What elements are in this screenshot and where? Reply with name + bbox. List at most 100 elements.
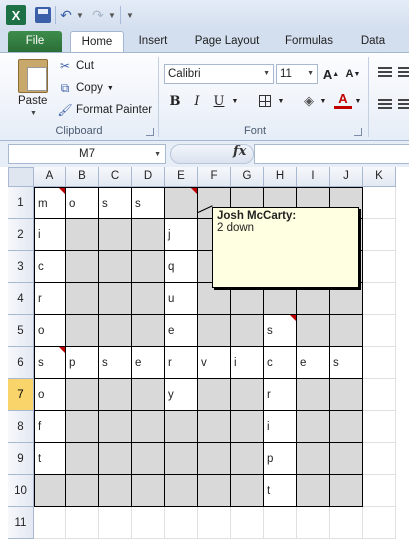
- fill-color-button[interactable]: ◈: [300, 91, 318, 111]
- column-header-f[interactable]: F: [198, 167, 231, 187]
- column-header-c[interactable]: C: [99, 167, 132, 187]
- cell-c1[interactable]: s: [99, 187, 132, 219]
- clipboard-launcher-icon[interactable]: [146, 128, 154, 136]
- tab-page-layout[interactable]: Page Layout: [186, 31, 268, 52]
- row-header-8[interactable]: 8: [8, 411, 34, 443]
- insert-function-icon[interactable]: fx: [233, 144, 246, 159]
- excel-logo-icon[interactable]: X: [6, 5, 26, 25]
- cell-g5[interactable]: [231, 315, 264, 347]
- cell-e5[interactable]: e: [165, 315, 198, 347]
- cell-e1[interactable]: [165, 187, 198, 219]
- cell-comment[interactable]: Josh McCarty: 2 down: [212, 207, 359, 288]
- column-header-d[interactable]: D: [132, 167, 165, 187]
- cell-d5[interactable]: [132, 315, 165, 347]
- cell-i8[interactable]: [297, 411, 330, 443]
- paste-icon[interactable]: [18, 59, 48, 93]
- cell-b3[interactable]: [66, 251, 99, 283]
- cell-h10[interactable]: t: [264, 475, 297, 507]
- cut-button[interactable]: ✂ Cut: [58, 57, 94, 75]
- cell-g6[interactable]: i: [231, 347, 264, 379]
- cell-c7[interactable]: [99, 379, 132, 411]
- row-header-7[interactable]: 7: [8, 379, 34, 411]
- cell-j6[interactable]: s: [330, 347, 363, 379]
- cell-f7[interactable]: [198, 379, 231, 411]
- font-color-button[interactable]: A: [334, 91, 352, 109]
- cell-e3[interactable]: q: [165, 251, 198, 283]
- cell-h7[interactable]: r: [264, 379, 297, 411]
- cell-c3[interactable]: [99, 251, 132, 283]
- cell-d10[interactable]: [132, 475, 165, 507]
- tab-formulas[interactable]: Formulas: [276, 31, 342, 52]
- cell-e9[interactable]: [165, 443, 198, 475]
- tab-file[interactable]: File: [8, 31, 62, 52]
- cell-f6[interactable]: v: [198, 347, 231, 379]
- cell-b2[interactable]: [66, 219, 99, 251]
- font-name-dropdown[interactable]: Calibri ▼: [164, 64, 274, 84]
- cell-h9[interactable]: p: [264, 443, 297, 475]
- cell-g9[interactable]: [231, 443, 264, 475]
- cell-i7[interactable]: [297, 379, 330, 411]
- cell-a6[interactable]: s: [34, 347, 66, 379]
- save-icon[interactable]: [35, 7, 51, 23]
- cell-a3[interactable]: c: [34, 251, 66, 283]
- cell-k3[interactable]: [363, 251, 396, 283]
- cell-b11[interactable]: [66, 507, 99, 539]
- cell-j11[interactable]: [330, 507, 363, 539]
- cell-j8[interactable]: [330, 411, 363, 443]
- cell-d2[interactable]: [132, 219, 165, 251]
- italic-button[interactable]: I: [188, 91, 206, 111]
- borders-button[interactable]: [256, 91, 274, 111]
- cell-c10[interactable]: [99, 475, 132, 507]
- undo-icon[interactable]: ↶: [58, 5, 74, 25]
- cell-b10[interactable]: [66, 475, 99, 507]
- cell-i6[interactable]: e: [297, 347, 330, 379]
- cell-k11[interactable]: [363, 507, 396, 539]
- cell-g8[interactable]: [231, 411, 264, 443]
- paste-button[interactable]: Paste: [18, 95, 47, 107]
- cell-k6[interactable]: [363, 347, 396, 379]
- cell-k8[interactable]: [363, 411, 396, 443]
- column-header-k[interactable]: K: [363, 167, 396, 187]
- cell-d11[interactable]: [132, 507, 165, 539]
- cell-j5[interactable]: [330, 315, 363, 347]
- underline-dropdown-icon[interactable]: ▼: [231, 91, 239, 111]
- cell-f11[interactable]: [198, 507, 231, 539]
- column-header-e[interactable]: E: [165, 167, 198, 187]
- paste-dropdown-icon[interactable]: ▼: [30, 110, 37, 117]
- cell-c9[interactable]: [99, 443, 132, 475]
- row-header-11[interactable]: 11: [8, 507, 34, 539]
- cell-f9[interactable]: [198, 443, 231, 475]
- cell-e8[interactable]: [165, 411, 198, 443]
- cell-h8[interactable]: i: [264, 411, 297, 443]
- cell-b6[interactable]: p: [66, 347, 99, 379]
- cell-d3[interactable]: [132, 251, 165, 283]
- cell-j9[interactable]: [330, 443, 363, 475]
- cell-b1[interactable]: o: [66, 187, 99, 219]
- cell-f10[interactable]: [198, 475, 231, 507]
- shrink-font-button[interactable]: A ▼: [344, 64, 362, 84]
- cell-d6[interactable]: e: [132, 347, 165, 379]
- row-header-6[interactable]: 6: [8, 347, 34, 379]
- cell-f8[interactable]: [198, 411, 231, 443]
- cell-e2[interactable]: j: [165, 219, 198, 251]
- cell-k1[interactable]: [363, 187, 396, 219]
- row-header-9[interactable]: 9: [8, 443, 34, 475]
- cell-i10[interactable]: [297, 475, 330, 507]
- redo-icon[interactable]: ↷: [90, 5, 106, 25]
- font-launcher-icon[interactable]: [354, 128, 362, 136]
- cell-e11[interactable]: [165, 507, 198, 539]
- copy-button[interactable]: ⧉ Copy ▼: [58, 79, 114, 97]
- cell-c6[interactable]: s: [99, 347, 132, 379]
- cell-j7[interactable]: [330, 379, 363, 411]
- borders-dropdown-icon[interactable]: ▼: [277, 91, 285, 111]
- bold-button[interactable]: B: [166, 91, 184, 111]
- cell-d7[interactable]: [132, 379, 165, 411]
- cell-k7[interactable]: [363, 379, 396, 411]
- formula-input[interactable]: [254, 144, 409, 164]
- cell-b8[interactable]: [66, 411, 99, 443]
- cell-k5[interactable]: [363, 315, 396, 347]
- column-header-a[interactable]: A: [34, 167, 66, 187]
- select-all-corner[interactable]: [8, 167, 34, 187]
- fill-color-dropdown-icon[interactable]: ▼: [319, 91, 327, 111]
- tab-home[interactable]: Home: [70, 31, 124, 53]
